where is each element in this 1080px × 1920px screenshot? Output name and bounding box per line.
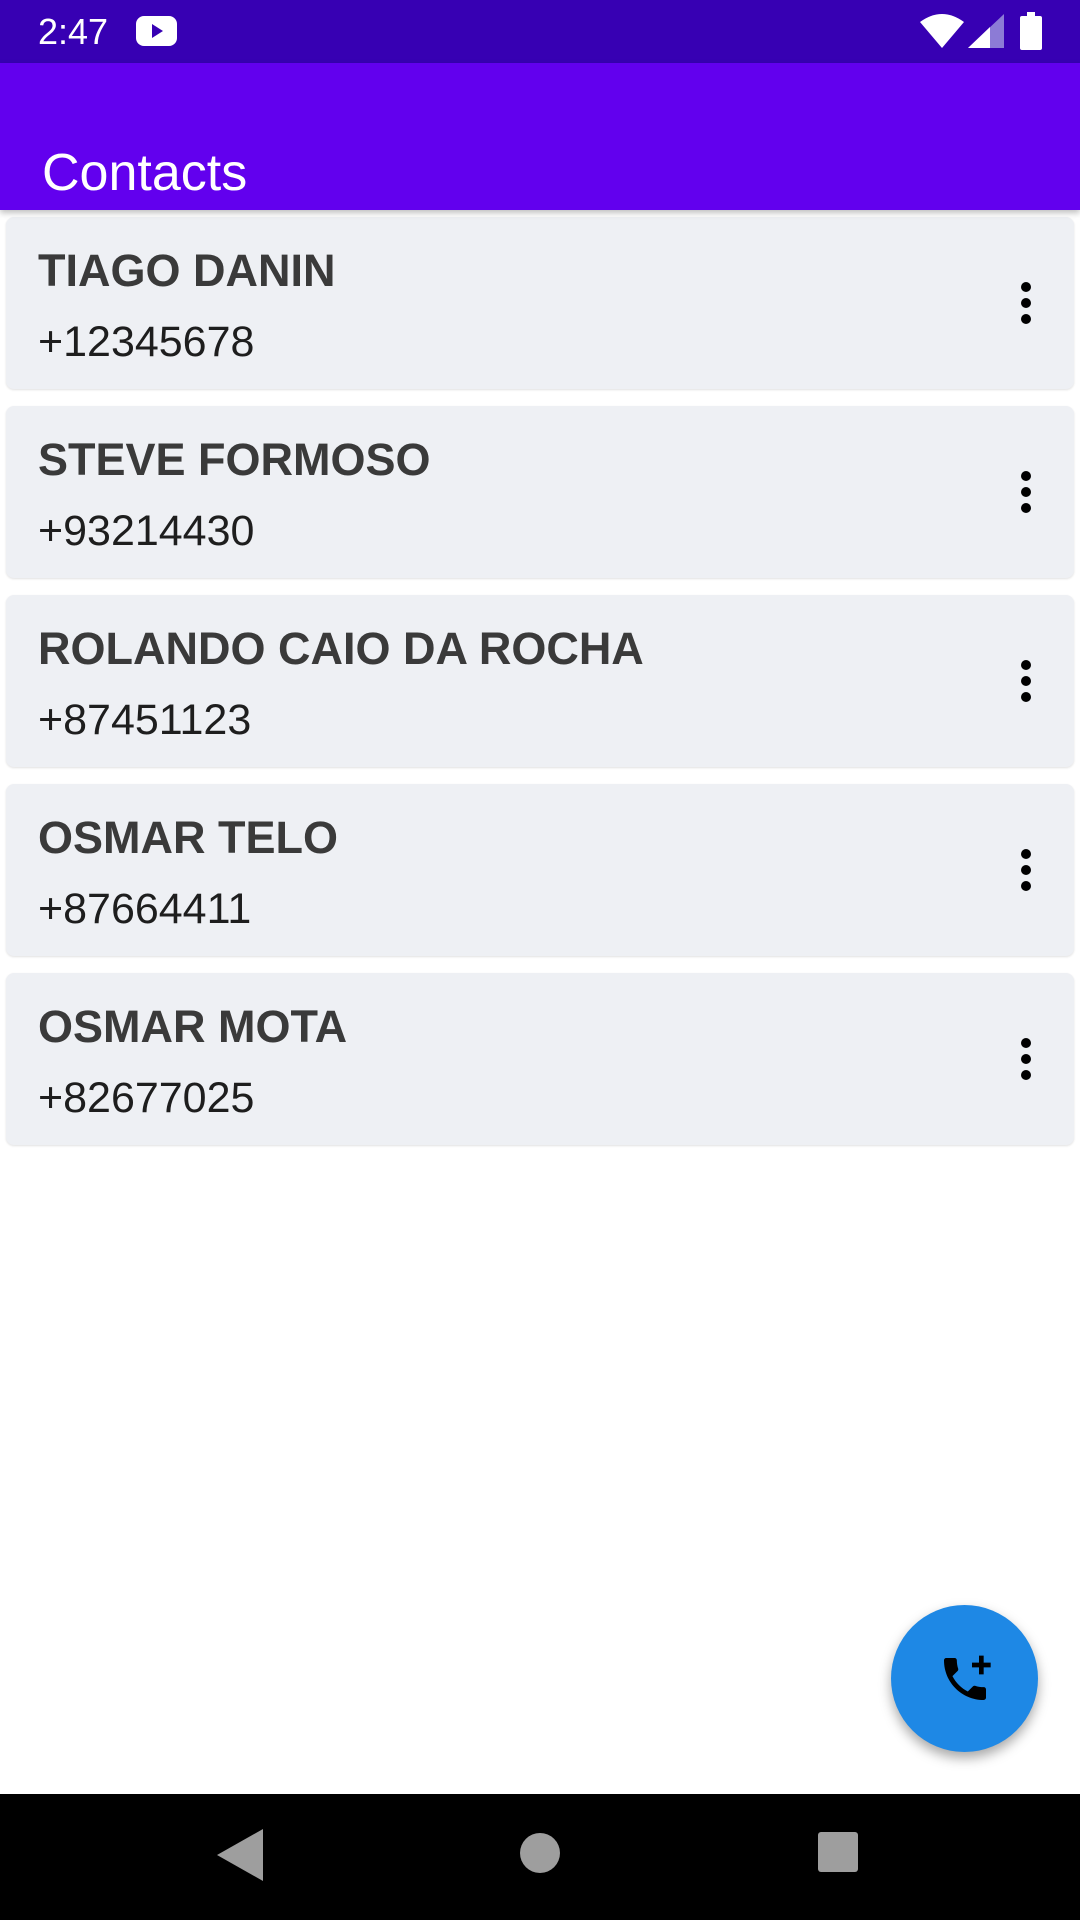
- contact-phone: +87664411: [38, 885, 252, 933]
- add-call-icon: [943, 1655, 991, 1700]
- page-title: Contacts: [42, 143, 248, 202]
- contact-name: TIAGO DANIN: [38, 245, 336, 296]
- contact-phone: +82677025: [38, 1074, 255, 1122]
- recents-icon[interactable]: [817, 1831, 859, 1873]
- more-vert-icon: [1021, 849, 1031, 891]
- contact-card[interactable]: STEVE FORMOSO +93214430: [6, 406, 1074, 578]
- home-icon[interactable]: [518, 1831, 562, 1875]
- contact-phone: +87451123: [38, 696, 252, 744]
- more-options-button[interactable]: [1006, 452, 1046, 532]
- contact-name: STEVE FORMOSO: [38, 434, 431, 485]
- status-time: 2:47: [38, 11, 109, 52]
- contact-name: ROLANDO CAIO DA ROCHA: [38, 623, 644, 674]
- contact-card[interactable]: ROLANDO CAIO DA ROCHA +87451123: [6, 595, 1074, 767]
- contact-name: OSMAR TELO: [38, 812, 338, 863]
- app-bar: Contacts: [0, 63, 1080, 210]
- more-options-button[interactable]: [1006, 1019, 1046, 1099]
- more-vert-icon: [1021, 1038, 1031, 1080]
- navigation-bar: [0, 1794, 1080, 1920]
- cell-signal-icon: [968, 14, 1004, 48]
- more-vert-icon: [1021, 282, 1031, 324]
- more-vert-icon: [1021, 471, 1031, 513]
- youtube-icon: [136, 16, 177, 46]
- battery-icon: [1020, 12, 1042, 50]
- contact-phone: +12345678: [38, 318, 255, 366]
- wifi-icon: [920, 14, 964, 48]
- status-bar: 2:47: [0, 0, 1080, 63]
- contact-name: OSMAR MOTA: [38, 1001, 348, 1052]
- add-contact-fab[interactable]: [891, 1605, 1038, 1752]
- contact-list: TIAGO DANIN +12345678 STEVE FORMOSO +932…: [0, 217, 1080, 1162]
- more-vert-icon: [1021, 660, 1031, 702]
- more-options-button[interactable]: [1006, 830, 1046, 910]
- more-options-button[interactable]: [1006, 641, 1046, 721]
- contact-card[interactable]: TIAGO DANIN +12345678: [6, 217, 1074, 389]
- back-icon[interactable]: [215, 1827, 263, 1883]
- contact-phone: +93214430: [38, 507, 255, 555]
- contact-card[interactable]: OSMAR MOTA +82677025: [6, 973, 1074, 1145]
- contact-card[interactable]: OSMAR TELO +87664411: [6, 784, 1074, 956]
- more-options-button[interactable]: [1006, 263, 1046, 343]
